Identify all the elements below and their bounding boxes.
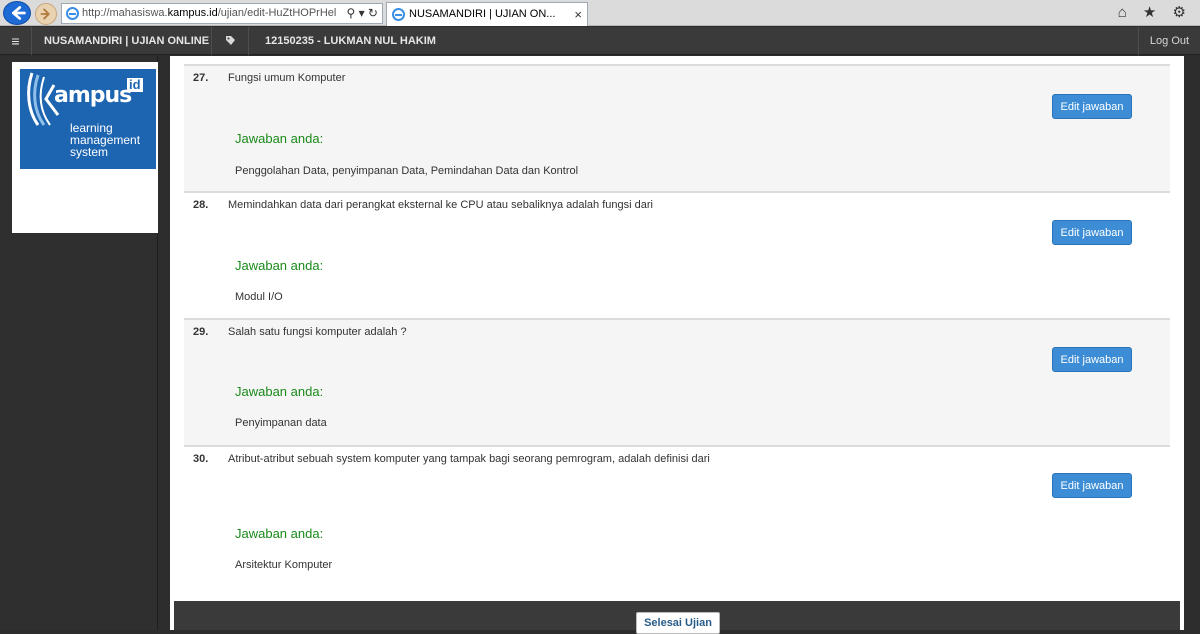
browser-chrome: http://mahasiswa.kampus.id/ujian/edit-Hu…	[0, 0, 1200, 26]
logo-wordmark: ampus	[54, 83, 132, 108]
question-number: 28.	[193, 199, 209, 211]
question-list: 27. Fungsi umum Komputer Edit jawaban Ja…	[184, 64, 1170, 595]
kampus-logo: ampus id learning management system	[20, 69, 156, 169]
answer-text: Penyimpanan data	[235, 417, 327, 429]
tab-close-icon[interactable]: ×	[574, 3, 582, 26]
question-number: 27.	[193, 72, 209, 84]
question-text: Salah satu fungsi komputer adalah ?	[228, 326, 407, 338]
answer-text: Modul I/O	[235, 291, 283, 303]
tag-icon[interactable]	[212, 27, 249, 55]
finish-exam-button[interactable]: Selesai Ujian	[636, 612, 720, 634]
address-bar[interactable]: http://mahasiswa.kampus.id/ujian/edit-Hu…	[61, 3, 383, 24]
edit-answer-button[interactable]: Edit jawaban	[1052, 347, 1132, 372]
brand-title[interactable]: NUSAMANDIRI | UJIAN ONLINE	[32, 27, 212, 55]
logo-card: ampus id learning management system	[12, 62, 158, 233]
question-item: 30. Atribut-atribut sebuah system komput…	[184, 445, 1170, 595]
url-path: /ujian/edit-HuZtHOPrHel	[217, 7, 337, 19]
ie-icon	[66, 7, 79, 20]
ie-tab-icon	[392, 8, 405, 21]
url-domain: kampus.id	[167, 7, 218, 19]
answer-text: Penggolahan Data, penyimpanan Data, Pemi…	[235, 165, 579, 177]
question-number: 30.	[193, 453, 209, 465]
forward-button[interactable]	[35, 3, 57, 25]
answer-label: Jawaban anda:	[235, 258, 324, 273]
url-prefix: http://mahasiswa.	[82, 7, 168, 19]
address-tools-icons[interactable]: ⚲ ▾ ↻	[346, 4, 378, 23]
question-text: Memindahkan data dari perangkat eksterna…	[228, 199, 653, 211]
edit-answer-button[interactable]: Edit jawaban	[1052, 94, 1132, 119]
menu-icon[interactable]: ≡	[0, 27, 32, 55]
back-button[interactable]	[3, 1, 31, 25]
browser-tab[interactable]: NUSAMANDIRI | UJIAN ON... ×	[386, 2, 588, 26]
home-favorites-settings-icons[interactable]: ⌂ ★ ⚙	[1118, 3, 1192, 21]
answer-label: Jawaban anda:	[235, 526, 324, 541]
arrow-left-icon	[11, 6, 26, 20]
logo-id-badge: id	[127, 77, 143, 92]
question-number: 29.	[193, 326, 209, 338]
logout-link[interactable]: Log Out	[1138, 27, 1200, 55]
sidebar: ampus id learning management system	[0, 56, 158, 630]
question-item: 27. Fungsi umum Komputer Edit jawaban Ja…	[184, 64, 1170, 191]
logo-tagline: learning management system	[70, 122, 140, 158]
answer-label: Jawaban anda:	[235, 384, 324, 399]
tag-icon-svg	[225, 36, 235, 45]
top-navbar: ≡ NUSAMANDIRI | UJIAN ONLINE 12150235 - …	[0, 27, 1200, 55]
question-item: 28. Memindahkan data dari perangkat ekst…	[184, 191, 1170, 318]
logo-tagline-3: system	[70, 145, 109, 159]
edit-answer-button[interactable]: Edit jawaban	[1052, 220, 1132, 245]
answer-text: Arsitektur Komputer	[235, 559, 333, 571]
edit-answer-button[interactable]: Edit jawaban	[1052, 473, 1132, 498]
question-item: 29. Salah satu fungsi komputer adalah ? …	[184, 318, 1170, 445]
footer-bar: Selesai Ujian	[174, 601, 1180, 634]
question-text: Fungsi umum Komputer	[228, 72, 346, 84]
answer-label: Jawaban anda:	[235, 131, 324, 146]
question-text: Atribut-atribut sebuah system komputer y…	[228, 453, 710, 465]
main-content: 27. Fungsi umum Komputer Edit jawaban Ja…	[170, 56, 1184, 634]
arrow-right-icon	[40, 8, 50, 20]
right-gutter	[1184, 56, 1200, 630]
tab-title: NUSAMANDIRI | UJIAN ON...	[409, 8, 556, 20]
user-info: 12150235 - LUKMAN NUL HAKIM	[265, 35, 436, 47]
